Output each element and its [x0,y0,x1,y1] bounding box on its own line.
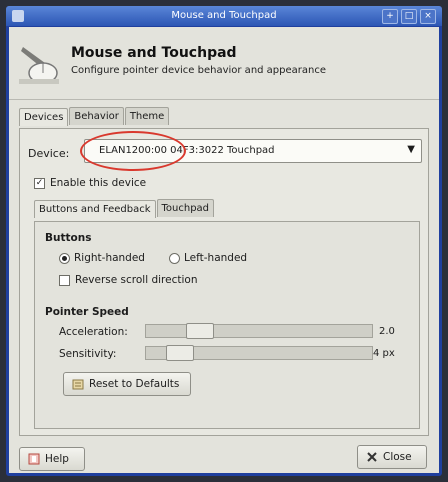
right-handed-radio[interactable] [59,252,70,264]
devices-panel: Device: ELAN1200:00 04F3:3022 Touchpad ▼… [19,128,429,436]
acceleration-label: Acceleration: [59,326,128,338]
acceleration-slider[interactable] [145,323,373,339]
header-subtitle: Configure pointer device behavior and ap… [71,65,327,76]
enable-device-label: Enable this device [50,177,147,189]
acceleration-slider-thumb[interactable] [186,323,214,339]
app-menu-icon[interactable] [12,10,24,22]
left-handed-option[interactable]: Left-handed [169,252,247,264]
help-label: Help [45,453,69,465]
highlight-circle [80,131,186,171]
close-window-button[interactable]: × [420,9,436,24]
left-handed-radio[interactable] [169,252,180,264]
mouse-settings-icon [19,47,59,84]
buttons-feedback-panel: Buttons Right-handed Left-handed Reverse… [34,221,420,429]
close-label: Close [383,451,412,463]
sub-tabs: Buttons and Feedback Touchpad [34,199,215,218]
help-button[interactable]: Help [19,447,85,471]
main-tabs: Devices Behavior Theme [19,107,170,126]
buttons-section-title: Buttons [45,232,92,244]
left-handed-label: Left-handed [184,252,248,264]
help-icon [28,453,40,465]
right-handed-label: Right-handed [74,252,145,264]
tab-touchpad[interactable]: Touchpad [156,199,215,217]
close-icon [367,452,377,462]
pointer-speed-title: Pointer Speed [45,306,129,318]
sensitivity-value: 4 px [373,348,395,359]
pin-button[interactable]: + [382,9,398,24]
dropdown-arrow-icon: ▼ [407,144,415,155]
reverse-scroll-checkbox[interactable] [59,274,70,286]
dialog-header: Mouse and Touchpad Configure pointer dev… [9,27,439,97]
reverse-scroll-label: Reverse scroll direction [75,274,198,286]
reverse-scroll-row[interactable]: Reverse scroll direction [59,274,197,286]
header-title: Mouse and Touchpad [71,45,237,61]
tab-behavior[interactable]: Behavior [69,107,124,125]
device-label: Device: [28,147,70,160]
reset-icon [72,379,84,390]
sensitivity-slider[interactable] [145,345,373,361]
reset-defaults-label: Reset to Defaults [89,378,180,390]
header-divider [9,99,439,100]
window-frame: Mouse and Touchpad + □ × Mouse and Touch… [6,6,442,476]
sensitivity-slider-thumb[interactable] [166,345,194,361]
reset-defaults-button[interactable]: Reset to Defaults [63,372,191,396]
acceleration-value: 2.0 [379,326,395,337]
close-button[interactable]: Close [357,445,427,469]
title-bar[interactable]: Mouse and Touchpad + □ × [6,6,442,26]
enable-device-checkbox[interactable]: ✓ [34,177,45,189]
right-handed-option[interactable]: Right-handed [59,252,145,264]
dialog-body: Mouse and Touchpad Configure pointer dev… [9,27,439,473]
maximize-button[interactable]: □ [401,9,417,24]
tab-devices[interactable]: Devices [19,108,69,126]
tab-theme[interactable]: Theme [124,107,170,125]
sensitivity-label: Sensitivity: [59,348,117,360]
tab-buttons-feedback[interactable]: Buttons and Feedback [34,200,156,218]
enable-device-row[interactable]: ✓ Enable this device [34,177,146,189]
window-title: Mouse and Touchpad [171,10,277,21]
